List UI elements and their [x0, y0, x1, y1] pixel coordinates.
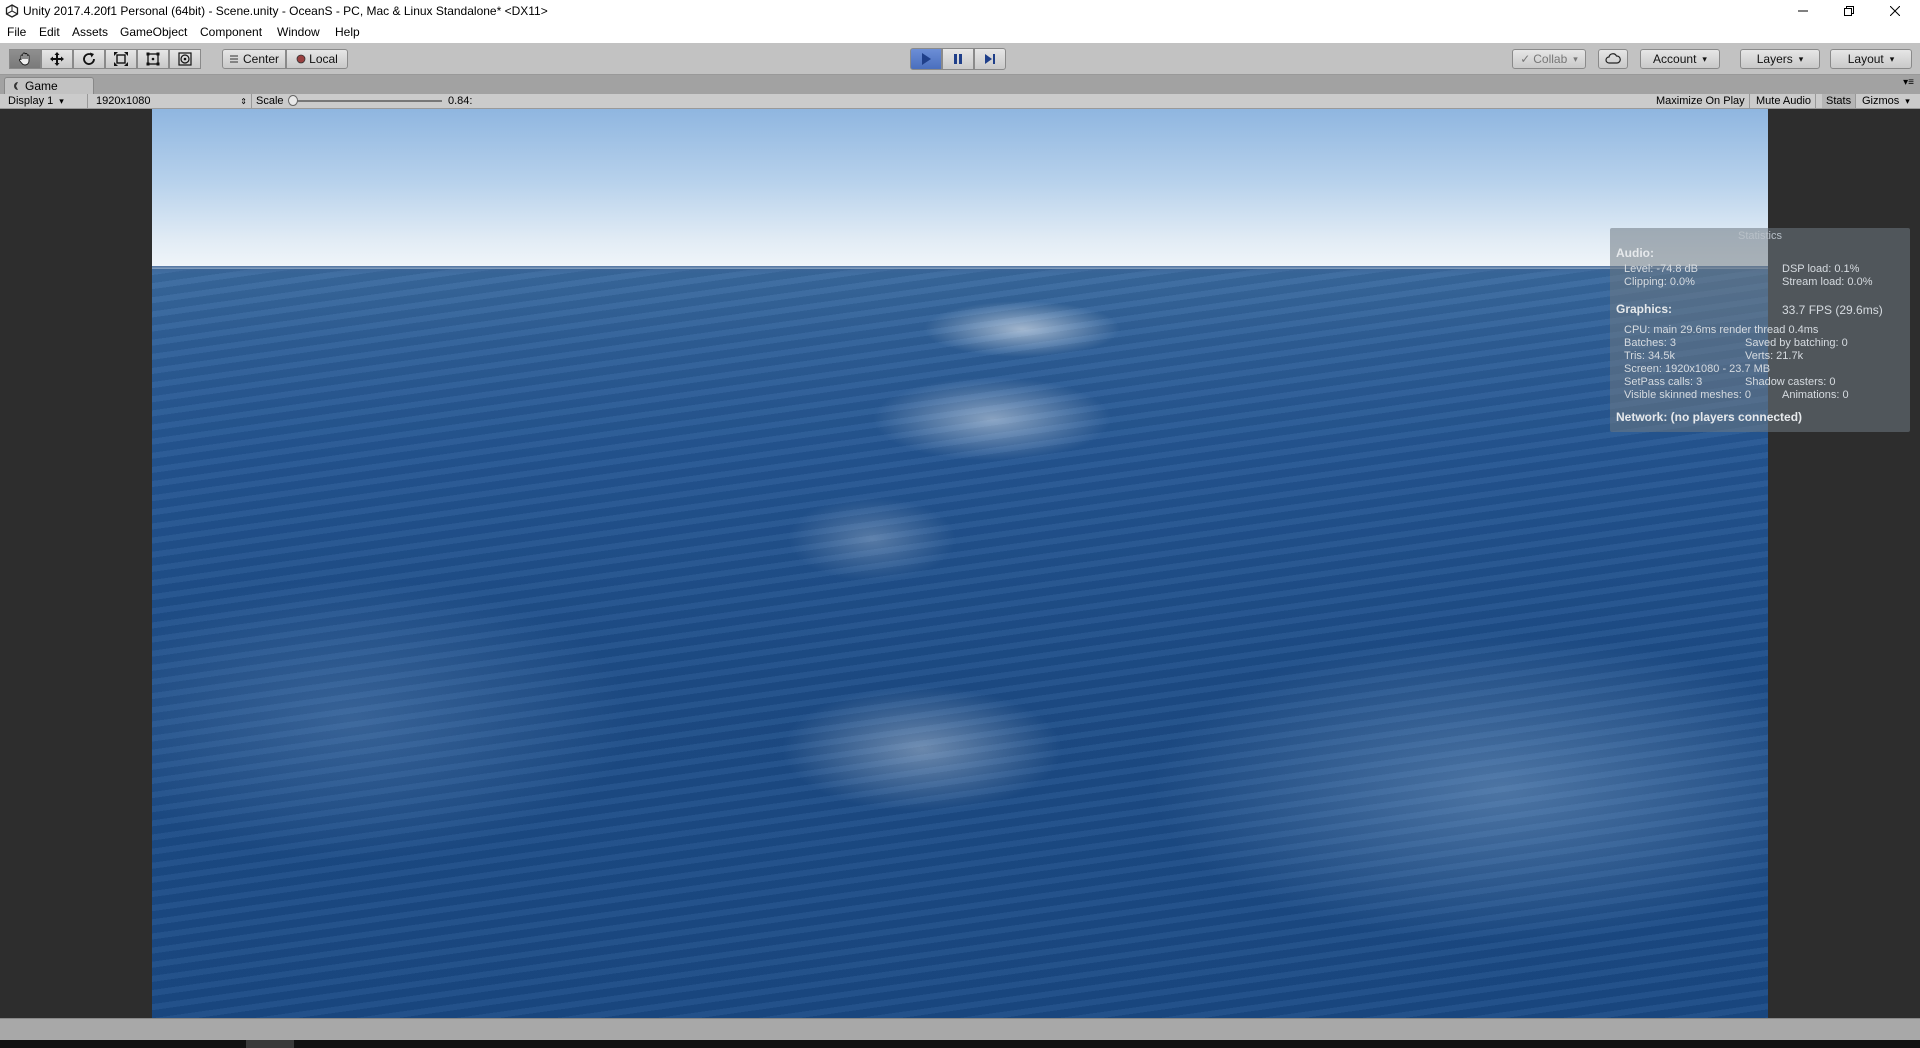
transform-icon[interactable]: [169, 49, 201, 69]
screen-info: Screen: 1920x1080 - 23.7 MB: [1624, 363, 1771, 375]
statistics-panel: Statistics Audio: Level: -74.8 dB Clippi…: [1610, 228, 1910, 432]
status-bar: [0, 1018, 1920, 1040]
menu-edit[interactable]: Edit: [39, 25, 60, 39]
mute-audio-toggle[interactable]: Mute Audio: [1752, 94, 1817, 108]
menu-component[interactable]: Component: [200, 25, 262, 39]
resolution-dropdown[interactable]: 1920x1080 ⇕: [92, 94, 252, 108]
graphics-header: Graphics:: [1616, 302, 1673, 316]
audio-clipping: Clipping: 0.0%: [1624, 276, 1695, 288]
play-icon[interactable]: [910, 48, 942, 70]
globe-icon: [296, 54, 306, 64]
collab-label: Collab: [1533, 52, 1568, 66]
check-icon: ✓: [1520, 52, 1531, 66]
dsp-load: DSP load: 0.1%: [1782, 263, 1860, 275]
gizmos-label: Gizmos: [1862, 95, 1900, 107]
taskbar: [0, 1040, 1920, 1048]
stream-load: Stream load: 0.0%: [1782, 276, 1873, 288]
window-title: Unity 2017.4.20f1 Personal (64bit) - Sce…: [23, 4, 548, 18]
game-viewport[interactable]: [152, 109, 1768, 1018]
pivot-center-button[interactable]: Center: [222, 49, 286, 69]
restore-icon[interactable]: [1826, 0, 1872, 22]
fps: 33.7 FPS (29.6ms): [1782, 303, 1883, 317]
cloud-icon: [1605, 53, 1621, 64]
pause-icon[interactable]: [942, 48, 974, 70]
skinned-meshes: Visible skinned meshes: 0: [1624, 389, 1751, 401]
menu-file[interactable]: File: [7, 25, 26, 39]
scale-slider-handle[interactable]: [288, 95, 298, 106]
account-label: Account: [1653, 52, 1697, 66]
saved-by-batching: Saved by batching: 0: [1745, 337, 1848, 349]
minimize-icon[interactable]: [1780, 0, 1826, 22]
scale-icon[interactable]: [105, 49, 137, 69]
stepper-icon: ⇕: [240, 96, 247, 106]
display-dropdown[interactable]: Display 1: [4, 94, 88, 108]
animations: Animations: 0: [1782, 389, 1849, 401]
maximize-on-play-toggle[interactable]: Maximize On Play: [1652, 94, 1750, 108]
layout-dropdown[interactable]: Layout: [1830, 49, 1912, 69]
game-view-bar: Display 1 1920x1080 ⇕ Scale 0.84: Maximi…: [0, 94, 1920, 109]
tab-game-label: Game: [25, 79, 58, 93]
pivot-icon: [229, 55, 238, 63]
ocean-surface: [152, 269, 1768, 1018]
horizon: [152, 266, 1768, 274]
hand-icon[interactable]: [9, 49, 41, 69]
title-bar: Unity 2017.4.20f1 Personal (64bit) - Sce…: [0, 0, 1920, 22]
collab-dropdown[interactable]: ✓ Collab: [1512, 49, 1586, 69]
cloud-button[interactable]: [1598, 49, 1628, 69]
statistics-title: Statistics: [1737, 230, 1782, 242]
space-label: Local: [309, 52, 338, 66]
scale-slider-track[interactable]: [292, 100, 442, 102]
menu-window[interactable]: Window: [277, 25, 320, 39]
game-icon: [14, 82, 18, 90]
scale-value: 0.84:: [448, 95, 473, 107]
batches: Batches: 3: [1624, 337, 1676, 349]
unity-logo-icon: [5, 4, 19, 18]
setpass-calls: SetPass calls: 3: [1624, 376, 1703, 388]
display-label: Display 1: [8, 95, 54, 107]
stats-toggle[interactable]: Stats: [1822, 94, 1857, 108]
tris: Tris: 34.5k: [1624, 350, 1675, 362]
cpu-time: CPU: main 29.6ms render thread 0.4ms: [1624, 324, 1819, 336]
menu-help[interactable]: Help: [335, 25, 360, 39]
step-icon[interactable]: [974, 48, 1006, 70]
network-status: Network: (no players connected): [1616, 410, 1803, 424]
pivot-label: Center: [242, 52, 280, 66]
game-view: Statistics Audio: Level: -74.8 dB Clippi…: [0, 109, 1920, 1018]
shadow-casters: Shadow casters: 0: [1745, 376, 1836, 388]
pivot-local-button[interactable]: Local: [286, 49, 348, 69]
account-dropdown[interactable]: Account: [1640, 49, 1720, 69]
resolution-label: 1920x1080: [96, 95, 151, 107]
gizmos-dropdown[interactable]: Gizmos: [1858, 94, 1914, 108]
menu-gameobject[interactable]: GameObject: [120, 25, 187, 39]
audio-level: Level: -74.8 dB: [1624, 263, 1698, 275]
rotate-icon[interactable]: [73, 49, 105, 69]
close-icon[interactable]: [1872, 0, 1918, 22]
layers-label: Layers: [1756, 52, 1793, 66]
menu-bar: File Edit Assets GameObject Component Wi…: [0, 22, 1920, 43]
move-icon[interactable]: [41, 49, 73, 69]
sky: [152, 109, 1768, 274]
taskbar-app[interactable]: [246, 1040, 294, 1048]
verts: Verts: 21.7k: [1745, 350, 1804, 362]
tab-bar: Game ▾≡: [0, 75, 1920, 94]
scale-label: Scale: [256, 95, 284, 107]
audio-header: Audio:: [1616, 246, 1654, 260]
tab-menu-icon[interactable]: ▾≡: [1903, 77, 1914, 88]
layers-dropdown[interactable]: Layers: [1740, 49, 1820, 69]
rect-icon[interactable]: [137, 49, 169, 69]
tab-game[interactable]: Game: [4, 77, 94, 94]
layout-label: Layout: [1847, 52, 1884, 66]
menu-assets[interactable]: Assets: [72, 25, 108, 39]
toolbar: Center Local ✓ Collab Account Layers Lay…: [0, 43, 1920, 75]
